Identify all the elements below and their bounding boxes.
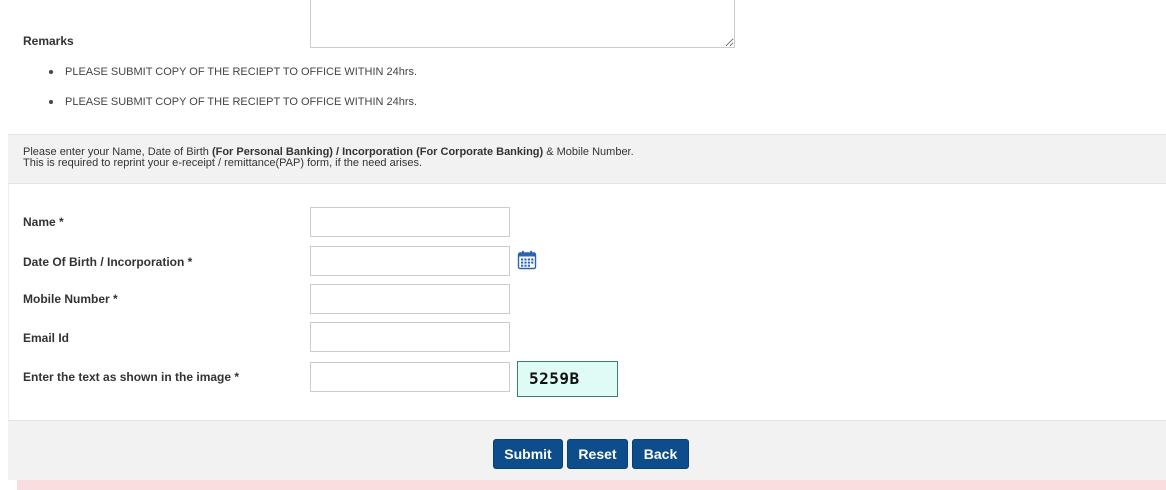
info-line-2: This is required to reprint your e-recei…: [23, 157, 423, 169]
info-bar: Please enter your Name, Date of Birth (F…: [8, 134, 1166, 184]
dob-label: Date Of Birth / Incorporation *: [23, 255, 193, 269]
note-item: PLEASE SUBMIT COPY OF THE RECIEPT TO OFF…: [48, 62, 417, 92]
email-input[interactable]: [310, 322, 510, 352]
mobile-label: Mobile Number *: [23, 292, 118, 306]
remarks-textarea[interactable]: [310, 0, 735, 48]
back-button[interactable]: Back: [632, 439, 689, 469]
remarks-label: Remarks: [23, 34, 74, 48]
note-item: PLEASE SUBMIT COPY OF THE RECIEPT TO OFF…: [48, 92, 417, 122]
reset-button[interactable]: Reset: [567, 439, 628, 469]
notes-list: PLEASE SUBMIT COPY OF THE RECIEPT TO OFF…: [48, 62, 417, 122]
calendar-icon[interactable]: [517, 250, 537, 270]
submit-button[interactable]: Submit: [493, 439, 563, 469]
message-strip: [17, 480, 1166, 490]
info-text-suffix: & Mobile Number.: [543, 146, 634, 158]
mobile-input[interactable]: [310, 284, 510, 314]
name-label: Name *: [23, 215, 64, 229]
captcha-label: Enter the text as shown in the image *: [23, 370, 240, 384]
captcha-image: 5259B: [517, 361, 618, 397]
dob-input[interactable]: [310, 246, 510, 276]
email-label: Email Id: [23, 331, 70, 345]
name-input[interactable]: [310, 207, 510, 237]
captcha-input[interactable]: [310, 362, 510, 392]
